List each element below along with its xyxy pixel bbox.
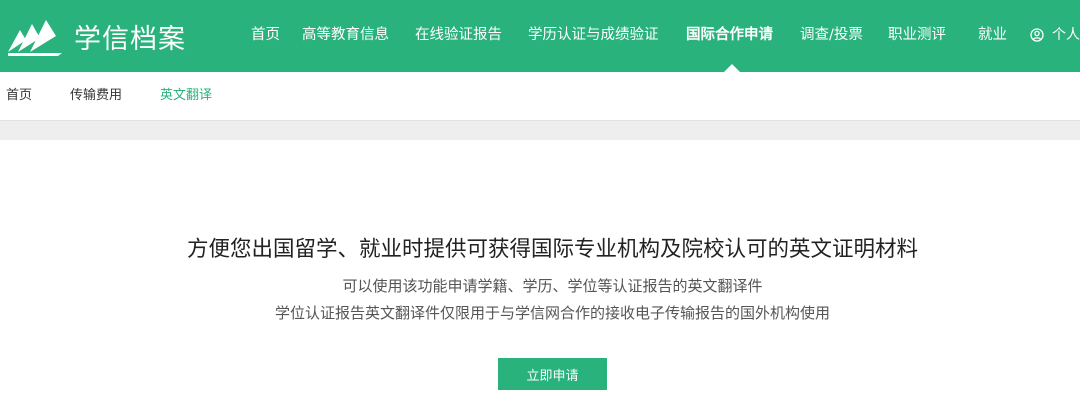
main-nav: 首页 高等教育信息 在线验证报告 学历认证与成绩验证 国际合作申请 调查/投票 …: [0, 0, 1080, 72]
nav-degree-certification[interactable]: 学历认证与成绩验证: [528, 24, 659, 46]
hero-description-line-1: 可以使用该功能申请学籍、学历、学位等认证报告的英文翻译件: [342, 277, 763, 295]
subnav-transfer-fees[interactable]: 传输费用: [70, 87, 122, 105]
user-menu-label: 个人(: [1052, 27, 1080, 43]
nav-international-application[interactable]: 国际合作申请: [686, 24, 773, 46]
nav-survey-vote[interactable]: 调查/投票: [800, 24, 863, 46]
apply-now-button[interactable]: 立即申请: [498, 358, 607, 390]
nav-higher-education[interactable]: 高等教育信息: [302, 24, 389, 46]
active-nav-caret: [724, 64, 740, 72]
hero-description-line-2: 学位认证报告英文翻译件仅限用于与学信网合作的接收电子传输报告的国外机构使用: [274, 304, 830, 322]
subnav-english-translation[interactable]: 英文翻译: [160, 87, 212, 105]
section-divider-band: [0, 120, 1080, 140]
user-menu[interactable]: 个人(: [1030, 24, 1080, 46]
user-circle-icon: [1030, 28, 1044, 42]
top-header: 学信档案 首页 高等教育信息 在线验证报告 学历认证与成绩验证 国际合作申请 调…: [0, 0, 1080, 72]
sub-nav: 首页 传输费用 英文翻译: [0, 72, 1080, 120]
nav-home[interactable]: 首页: [251, 24, 280, 46]
nav-online-verification[interactable]: 在线验证报告: [415, 24, 502, 46]
subnav-home[interactable]: 首页: [6, 87, 32, 105]
nav-employment[interactable]: 就业: [978, 24, 1007, 46]
nav-career-assessment[interactable]: 职业测评: [888, 24, 946, 46]
hero-title: 方便您出国留学、就业时提供可获得国际专业机构及院校认可的英文证明材料: [186, 237, 918, 262]
